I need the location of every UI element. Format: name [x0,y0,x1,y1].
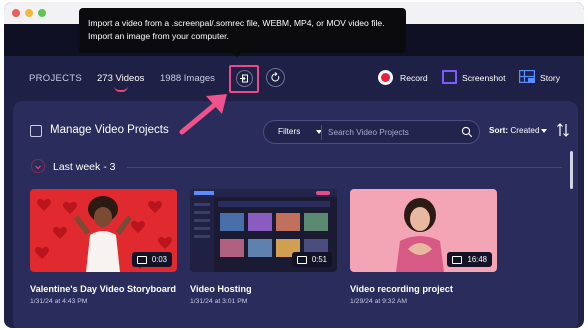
import-button[interactable] [229,65,259,93]
story-label: Story [540,73,561,83]
sort-key: Sort: [489,126,509,135]
search-icon[interactable] [461,126,473,138]
collapse-section-button[interactable] [31,159,45,173]
card-date: 1/31/24 at 4:43 PM [30,298,88,305]
tab-images[interactable]: 1988 Images [160,73,215,84]
duration-value: 0:03 [151,255,167,264]
tab-projects[interactable]: PROJECTS [29,73,82,84]
folder-icon [452,256,463,264]
manage-video-projects-label: Manage Video Projects [50,124,169,136]
duration-value: 16:48 [467,255,487,264]
video-thumbnail[interactable]: 0:51 [190,189,337,272]
annotation-arrow-icon [179,94,227,135]
top-nav: PROJECTS 273 Videos 1988 Images Record S… [4,56,584,98]
tab-videos[interactable]: 273 Videos [97,73,144,84]
folder-icon [136,256,147,264]
import-icon [236,70,253,87]
search-input[interactable] [328,125,458,140]
filters-button[interactable]: Filters [278,127,300,136]
screenshot-label: Screenshot [462,73,506,83]
story-icon [519,70,535,83]
active-tab-indicator [114,86,128,92]
card-title[interactable]: Valentine's Day Video Storyboard [30,284,176,294]
record-label: Record [400,73,428,83]
duration-badge: 16:48 [447,252,492,267]
divider [321,125,322,140]
card-title[interactable]: Video recording project [350,284,453,294]
close-window-button[interactable] [12,9,20,17]
card-title[interactable]: Video Hosting [190,284,252,294]
video-thumbnail[interactable]: 16:48 [350,189,497,272]
refresh-icon [271,72,280,82]
refresh-button[interactable] [266,68,285,87]
video-thumbnail[interactable]: 0:03 [30,189,177,272]
sort-value: Created [510,126,540,135]
duration-value: 0:51 [311,255,327,264]
projects-panel: Manage Video Projects Filters Sort: Crea… [13,101,578,328]
minimize-window-button[interactable] [25,9,33,17]
section-heading: Last week - 3 [53,161,116,173]
record-icon [378,70,393,85]
sort-dropdown[interactable]: Sort: Created [489,126,540,135]
manage-checkbox[interactable] [30,125,42,137]
search-bar: Filters [263,120,480,144]
section-divider [127,167,562,168]
scrollbar[interactable] [570,151,573,189]
chevron-down-icon [541,129,547,133]
folder-icon [296,256,307,264]
import-tooltip: Import a video from a .screenpal/.somrec… [79,8,406,53]
screenshot-frame: PROJECTS 273 Videos 1988 Images Record S… [0,0,588,330]
card-date: 1/31/24 at 3:01 PM [190,298,248,305]
sort-direction-icon[interactable] [556,122,570,138]
chevron-down-icon [35,165,41,170]
duration-badge: 0:03 [131,252,172,267]
zoom-window-button[interactable] [38,9,46,17]
duration-badge: 0:51 [291,252,332,267]
tooltip-line-1: Import a video from a .screenpal/.somrec… [88,18,385,28]
card-date: 1/29/24 at 9:32 AM [350,298,408,305]
tooltip-pointer [232,52,242,57]
tooltip-line-2: Import an image from your computer. [88,30,229,41]
screenshot-icon [442,70,457,84]
